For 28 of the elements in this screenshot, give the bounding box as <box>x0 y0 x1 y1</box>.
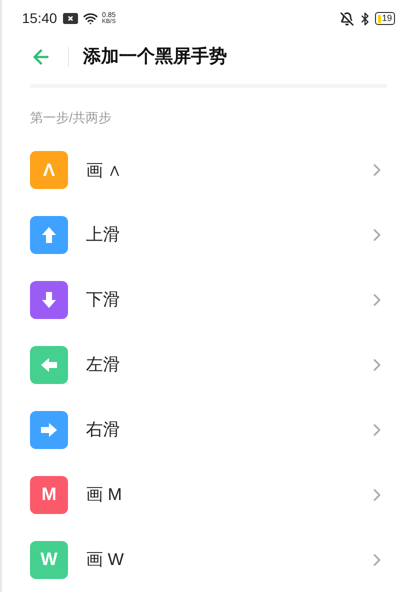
gesture-label: 右滑 <box>86 419 121 442</box>
page-title: 添加一个黑屏手势 <box>83 45 227 68</box>
gesture-item[interactable]: 右滑 <box>2 397 415 462</box>
status-time: 15:40 <box>22 9 58 28</box>
gesture-item[interactable]: W 画 W <box>2 527 415 592</box>
battery-indicator: 19 <box>374 12 395 26</box>
gesture-item[interactable]: 下滑 <box>2 268 415 332</box>
gesture-label: 上滑 <box>86 224 121 246</box>
gesture-icon: M <box>30 476 68 514</box>
arrow-icon <box>41 226 57 244</box>
gesture-item[interactable]: Λ 画 ∧ <box>2 138 415 203</box>
gesture-icon: Λ <box>30 151 68 190</box>
arrow-icon <box>41 291 57 310</box>
mute-icon <box>340 12 354 26</box>
gesture-item[interactable]: 左滑 <box>2 332 415 398</box>
arrow-icon <box>40 422 58 438</box>
gesture-icon: W <box>30 540 68 579</box>
gesture-label: 画 ∧ <box>86 160 123 182</box>
gesture-item[interactable]: 上滑 <box>2 202 415 268</box>
notification-icon <box>63 13 78 24</box>
gesture-item[interactable]: M 画 M <box>2 462 415 528</box>
gesture-label: 左滑 <box>86 354 121 376</box>
wifi-icon <box>83 11 98 26</box>
gesture-label: 画 W <box>86 548 125 571</box>
gesture-label: 下滑 <box>86 289 121 312</box>
gesture-label: 画 M <box>86 484 123 506</box>
step-label: 第一步/共两步 <box>30 110 112 125</box>
arrow-icon <box>40 356 58 373</box>
